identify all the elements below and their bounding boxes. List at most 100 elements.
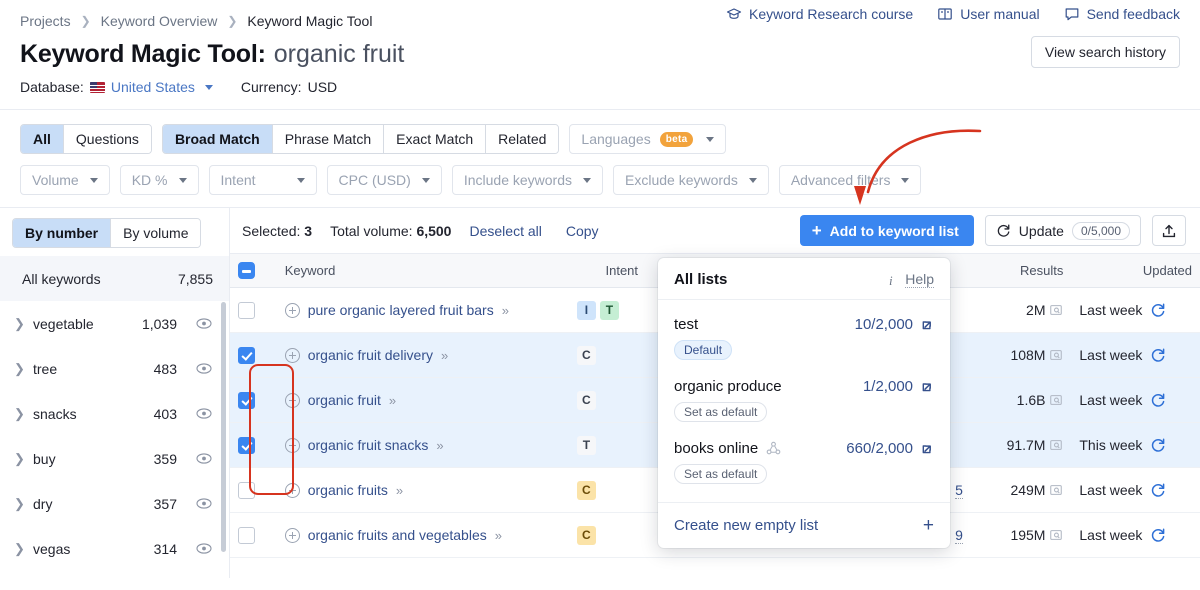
serp-preview-icon[interactable] — [1049, 393, 1063, 407]
double-chevron-right-icon[interactable]: » — [436, 438, 443, 453]
copy-link[interactable]: Copy — [566, 223, 599, 239]
row-checkbox[interactable] — [238, 481, 255, 499]
breadcrumb-item-keyword-overview[interactable]: Keyword Overview — [101, 13, 218, 29]
list-item[interactable]: organic produce 1/2,000 Set as default — [674, 368, 934, 430]
set-as-default-button[interactable]: Set as default — [674, 402, 768, 422]
refresh-icon[interactable] — [1150, 302, 1166, 318]
double-chevron-right-icon[interactable]: » — [389, 393, 396, 408]
deselect-all-link[interactable]: Deselect all — [469, 223, 541, 239]
keyword-link[interactable]: pure organic layered fruit bars — [308, 302, 494, 318]
chevron-right-icon[interactable]: ❯ — [14, 496, 25, 512]
list-count-group[interactable]: 10/2,000 — [855, 316, 934, 333]
tab-related[interactable]: Related — [486, 125, 559, 153]
keyword-link[interactable]: organic fruit snacks — [308, 437, 429, 453]
refresh-icon[interactable] — [1150, 437, 1166, 453]
sidebar-item-buy[interactable]: ❯ buy 359 — [0, 436, 229, 481]
volume-filter[interactable]: Volume — [20, 165, 110, 195]
database-selector[interactable]: Database: United States — [20, 79, 213, 95]
serp-preview-icon[interactable] — [1049, 483, 1063, 497]
eye-icon[interactable] — [195, 318, 213, 329]
chevron-right-icon[interactable]: ❯ — [14, 451, 25, 467]
list-name[interactable]: test — [674, 316, 698, 333]
keyword-link[interactable]: organic fruits — [308, 482, 388, 498]
user-manual-link[interactable]: User manual — [937, 6, 1040, 22]
chevron-right-icon[interactable]: ❯ — [14, 316, 25, 332]
export-button[interactable] — [1152, 215, 1186, 246]
sidebar-item-vegetable[interactable]: ❯ vegetable 1,039 — [0, 301, 229, 346]
chevron-right-icon[interactable]: ❯ — [14, 406, 25, 422]
list-name[interactable]: books online — [674, 440, 781, 457]
row-checkbox[interactable] — [238, 346, 255, 364]
sidebar-item-tree[interactable]: ❯ tree 483 — [0, 346, 229, 391]
sf-link[interactable]: 9 — [955, 527, 963, 544]
chevron-down-icon[interactable] — [204, 84, 213, 90]
sort-by-number-button[interactable]: By number — [13, 219, 112, 247]
sidebar-item-snacks[interactable]: ❯ snacks 403 — [0, 391, 229, 436]
sf-link[interactable]: 5 — [955, 482, 963, 499]
select-all-checkbox[interactable] — [238, 262, 255, 280]
breadcrumb-item-keyword-magic-tool[interactable]: Keyword Magic Tool — [247, 13, 372, 29]
double-chevron-right-icon[interactable]: » — [495, 528, 502, 543]
add-keyword-icon[interactable] — [284, 527, 300, 543]
eye-icon[interactable] — [195, 363, 213, 374]
eye-icon[interactable] — [195, 453, 213, 464]
column-header-intent[interactable]: Intent — [568, 253, 647, 288]
breadcrumb-item-projects[interactable]: Projects — [20, 13, 71, 29]
cpc-filter[interactable]: CPC (USD) — [326, 165, 442, 195]
sort-by-volume-button[interactable]: By volume — [111, 219, 201, 247]
column-header-results[interactable]: Results — [970, 253, 1072, 288]
double-chevron-right-icon[interactable]: » — [502, 303, 509, 318]
eye-icon[interactable] — [195, 498, 213, 509]
tab-exact-match[interactable]: Exact Match — [384, 125, 487, 153]
refresh-icon[interactable] — [1150, 482, 1166, 498]
sidebar-item-dry[interactable]: ❯ dry 357 — [0, 481, 229, 526]
refresh-icon[interactable] — [1150, 347, 1166, 363]
database-value[interactable]: United States — [111, 79, 195, 95]
languages-filter[interactable]: Languages beta — [569, 124, 727, 154]
add-keyword-icon[interactable] — [284, 392, 300, 408]
exclude-keywords-filter[interactable]: Exclude keywords — [613, 165, 769, 195]
sidebar-item-all-keywords[interactable]: All keywords 7,855 — [0, 256, 229, 301]
tab-all[interactable]: All — [21, 125, 64, 153]
tab-questions[interactable]: Questions — [63, 125, 151, 153]
keyword-research-course-link[interactable]: Keyword Research course — [726, 6, 913, 22]
add-keyword-icon[interactable] — [284, 302, 300, 318]
keyword-link[interactable]: organic fruit delivery — [308, 347, 433, 363]
serp-preview-icon[interactable] — [1049, 303, 1063, 317]
row-checkbox[interactable] — [238, 526, 255, 544]
chevron-right-icon[interactable]: ❯ — [14, 541, 25, 557]
column-header-keyword[interactable]: Keyword — [276, 253, 569, 288]
update-button[interactable]: Update 0/5,000 — [984, 215, 1141, 246]
set-as-default-button[interactable]: Set as default — [674, 464, 768, 484]
tab-broad-match[interactable]: Broad Match — [162, 125, 273, 153]
serp-preview-icon[interactable] — [1049, 528, 1063, 542]
kd-filter[interactable]: KD % — [119, 165, 199, 195]
send-feedback-link[interactable]: Send feedback — [1064, 6, 1180, 22]
tab-phrase-match[interactable]: Phrase Match — [272, 125, 385, 153]
advanced-filters[interactable]: Advanced filters — [778, 165, 922, 195]
sidebar-item-vegas[interactable]: ❯ vegas 314 — [0, 526, 229, 571]
list-count-group[interactable]: 660/2,000 — [846, 440, 934, 457]
chevron-right-icon[interactable]: ❯ — [14, 361, 25, 377]
intent-filter[interactable]: Intent — [208, 165, 317, 195]
keyword-link[interactable]: organic fruit — [308, 392, 381, 408]
refresh-icon[interactable] — [1150, 527, 1166, 543]
add-keyword-icon[interactable] — [284, 347, 300, 363]
serp-preview-icon[interactable] — [1049, 438, 1063, 452]
refresh-icon[interactable] — [1150, 392, 1166, 408]
eye-icon[interactable] — [195, 408, 213, 419]
add-keyword-icon[interactable] — [284, 437, 300, 453]
list-item[interactable]: test 10/2,000 Default — [674, 306, 934, 368]
double-chevron-right-icon[interactable]: » — [396, 483, 403, 498]
row-checkbox[interactable] — [238, 301, 255, 319]
keyword-link[interactable]: organic fruits and vegetables — [308, 527, 487, 543]
dropdown-help-link[interactable]: i Help — [886, 271, 934, 288]
list-item[interactable]: books online 660/2,000 Set as default — [674, 430, 934, 492]
list-name[interactable]: organic produce — [674, 378, 782, 395]
serp-preview-icon[interactable] — [1049, 348, 1063, 362]
include-keywords-filter[interactable]: Include keywords — [451, 165, 604, 195]
row-checkbox[interactable] — [238, 436, 255, 454]
add-to-keyword-list-button[interactable]: + Add to keyword list — [799, 215, 974, 246]
eye-icon[interactable] — [195, 543, 213, 554]
column-header-updated[interactable]: Updated — [1071, 253, 1200, 288]
